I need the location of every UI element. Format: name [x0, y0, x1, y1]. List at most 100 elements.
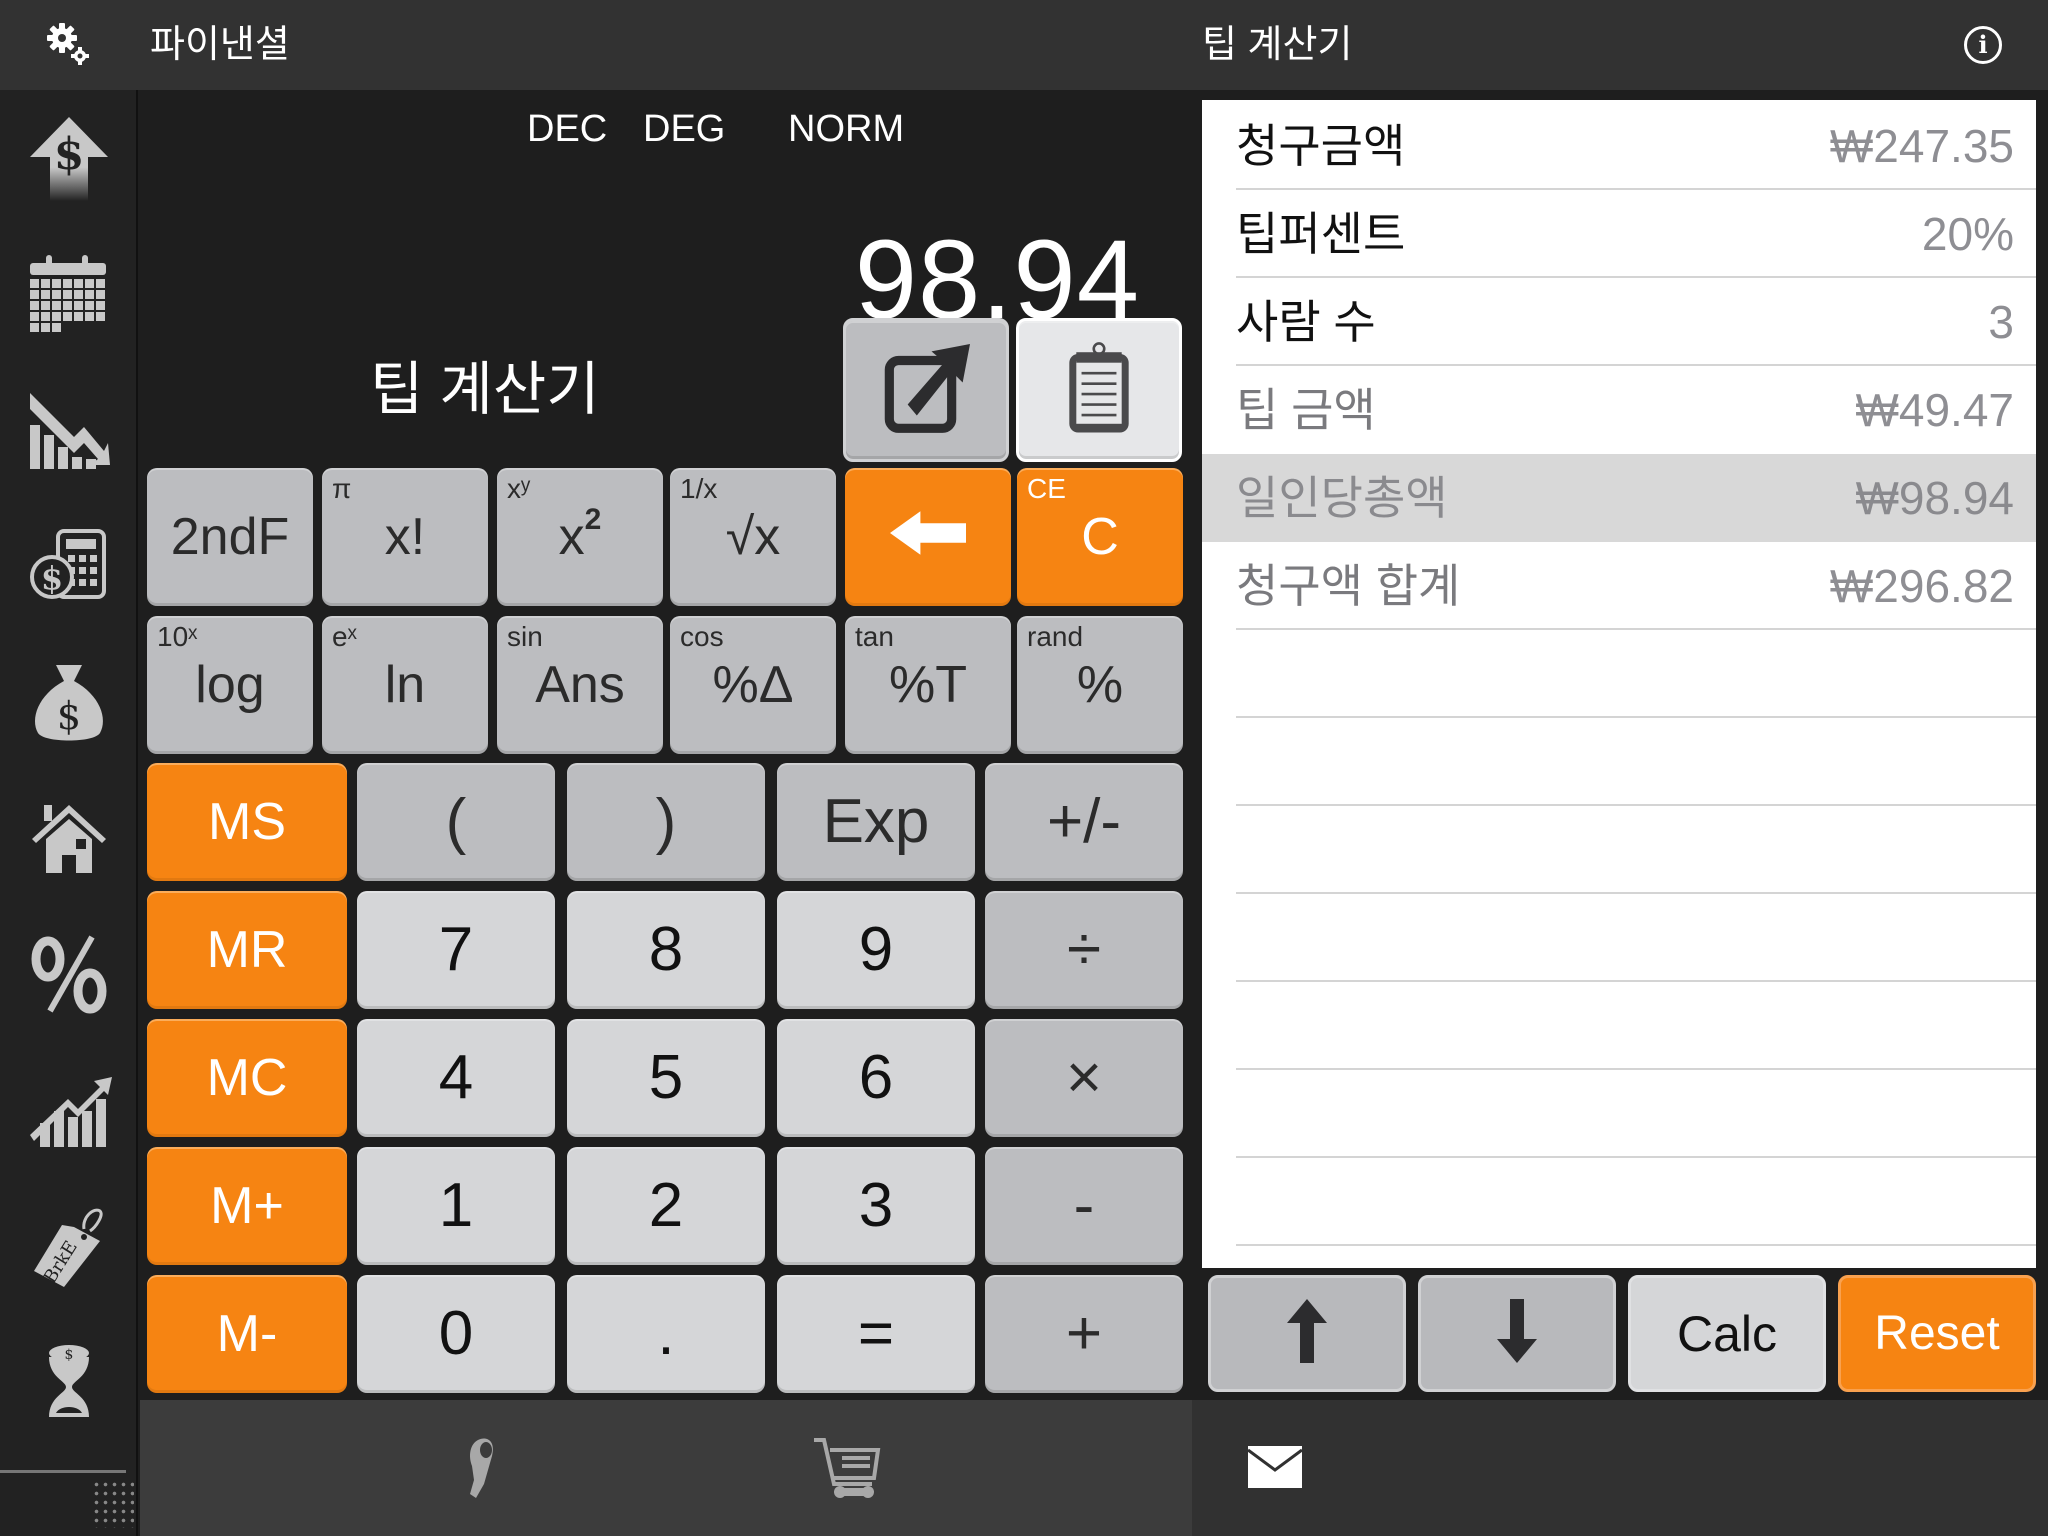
export-button[interactable]: [843, 318, 1009, 462]
bottom-toolbar-right: [1192, 1400, 2048, 1536]
key-Ans[interactable]: sin Ans: [497, 616, 663, 754]
key-x[interactable]: 1/x √x: [670, 468, 836, 606]
key-label-text: %T: [889, 656, 967, 714]
mode-angle-unit[interactable]: DEG: [643, 104, 725, 154]
key-4[interactable]: 4: [357, 1019, 555, 1137]
tape-icon[interactable]: [458, 1436, 508, 1511]
key-ln[interactable]: eˣ ln: [322, 616, 488, 754]
money-bag-icon[interactable]: $: [14, 652, 124, 752]
dollar-calculator-icon[interactable]: $: [14, 516, 124, 616]
key-symbol[interactable]: -: [985, 1147, 1183, 1265]
mail-icon[interactable]: [1247, 1446, 1303, 1493]
key-symbol[interactable]: cos %Δ: [670, 616, 836, 754]
key-label-text: -: [1073, 1171, 1095, 1240]
gear-icon[interactable]: [46, 22, 90, 66]
arrow-down-icon: [1497, 1299, 1537, 1368]
hourglass-dollar-icon[interactable]: $: [14, 1332, 124, 1432]
key-1[interactable]: 1: [357, 1147, 555, 1265]
key-label: 9: [859, 919, 893, 981]
key-T[interactable]: tan %T: [845, 616, 1011, 754]
key-Exp[interactable]: Exp: [777, 763, 975, 881]
key-label-text: MR: [206, 921, 288, 979]
tip-row[interactable]: 청구액 합계 ₩296.82: [1202, 542, 2036, 630]
key-8[interactable]: 8: [567, 891, 765, 1009]
percent-cycle-icon[interactable]: [14, 924, 124, 1024]
declining-chart-icon[interactable]: [14, 380, 124, 480]
tip-row-value: ₩98.94: [1855, 472, 2014, 524]
key-2[interactable]: 2: [567, 1147, 765, 1265]
tip-row[interactable]: 일인당총액 ₩98.94: [1202, 454, 2036, 542]
key-label-text: √x: [725, 508, 781, 566]
mode-number-base[interactable]: DEC: [527, 104, 607, 154]
key-symbol[interactable]: +/-: [985, 763, 1183, 881]
key-label: .: [657, 1303, 674, 1365]
key-3[interactable]: 3: [777, 1147, 975, 1265]
clipboard-icon: [1064, 340, 1134, 441]
key-symbol[interactable]: +: [985, 1275, 1183, 1393]
tip-row[interactable]: 청구금액 ₩247.35: [1202, 102, 2036, 190]
key-label-text: M-: [216, 1305, 278, 1363]
key-symbol[interactable]: (: [357, 763, 555, 881]
key-symbol[interactable]: [845, 468, 1011, 606]
mode-notation[interactable]: NORM: [788, 104, 904, 154]
row-divider: [1236, 1068, 2036, 1070]
key-M[interactable]: M+: [147, 1147, 347, 1265]
growth-chart-icon[interactable]: [14, 1060, 124, 1160]
sidebar-divider: [0, 1470, 126, 1473]
key-label: M-: [217, 1308, 278, 1360]
tip-row[interactable]: 팁퍼센트 20%: [1202, 190, 2036, 278]
key-MC[interactable]: MC: [147, 1019, 347, 1137]
key-C[interactable]: CE C: [1017, 468, 1183, 606]
key-label-text: ÷: [1066, 915, 1102, 984]
key-9[interactable]: 9: [777, 891, 975, 1009]
calc-button[interactable]: Calc: [1628, 1275, 1826, 1392]
key-symbol[interactable]: .: [567, 1275, 765, 1393]
move-down-button[interactable]: [1418, 1275, 1616, 1392]
key-label-text: +: [1065, 1299, 1103, 1368]
key-x[interactable]: π x!: [322, 468, 488, 606]
key-label: 4: [439, 1047, 473, 1109]
key-2ndF[interactable]: 2ndF: [147, 468, 313, 606]
key-M[interactable]: M-: [147, 1275, 347, 1393]
price-tag-icon[interactable]: BrkE: [14, 1196, 124, 1296]
key-symbol[interactable]: ÷: [985, 891, 1183, 1009]
key-7[interactable]: 7: [357, 891, 555, 1009]
row-divider: [1236, 980, 2036, 982]
tip-row[interactable]: 사람 수 3: [1202, 278, 2036, 366]
key-label: -: [1074, 1175, 1095, 1237]
key-label-text: x!: [384, 508, 426, 566]
key-symbol[interactable]: ×: [985, 1019, 1183, 1137]
key-log[interactable]: 10ˣ log: [147, 616, 313, 754]
resize-grip-handle[interactable]: [92, 1480, 134, 1528]
key-label: MC: [207, 1052, 288, 1104]
key-symbol[interactable]: rand%: [1017, 616, 1183, 754]
key-MS[interactable]: MS: [147, 763, 347, 881]
key-exponent: 2: [584, 503, 602, 536]
info-icon[interactable]: i: [1964, 26, 2002, 64]
key-secondary-label: CE: [1027, 473, 1066, 504]
reset-button[interactable]: Reset: [1838, 1275, 2036, 1392]
key-symbol[interactable]: ): [567, 763, 765, 881]
calendar-icon[interactable]: [14, 244, 124, 344]
key-secondary-label: π: [332, 473, 352, 504]
key-secondary-label: sin: [507, 621, 543, 652]
paste-button[interactable]: [1016, 318, 1182, 462]
key-label-text: 1: [438, 1171, 474, 1240]
tip-row-value: ₩49.47: [1855, 384, 2014, 436]
key-6[interactable]: 6: [777, 1019, 975, 1137]
key-0[interactable]: 0: [357, 1275, 555, 1393]
move-up-button[interactable]: [1208, 1275, 1406, 1392]
key-label: 6: [859, 1047, 893, 1109]
shopping-cart-icon[interactable]: [812, 1436, 882, 1505]
key-x[interactable]: xʸ x2: [497, 468, 663, 606]
key-MR[interactable]: MR: [147, 891, 347, 1009]
key-label: x!: [385, 511, 425, 563]
key-secondary-label: 10ˣ: [157, 621, 198, 652]
key-symbol[interactable]: =: [777, 1275, 975, 1393]
house-icon[interactable]: [14, 788, 124, 888]
tip-row[interactable]: 팁 금액 ₩49.47: [1202, 366, 2036, 454]
key-label-text: ): [655, 787, 677, 856]
key-5[interactable]: 5: [567, 1019, 765, 1137]
top-bar: 파이낸셜 팁 계산기 i: [0, 0, 2048, 90]
dollar-up-arrow-icon[interactable]: $: [14, 108, 124, 208]
